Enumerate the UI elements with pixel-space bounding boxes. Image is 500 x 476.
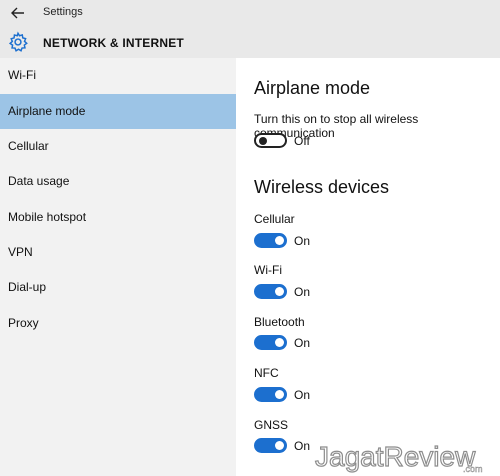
gnss-toggle[interactable] <box>254 438 287 453</box>
jagatreview-watermark-logo: JagatReview .com <box>313 438 498 474</box>
nfc-toggle-row: On <box>254 387 374 403</box>
wireless-devices-heading: Wireless devices <box>254 177 390 197</box>
airplane-mode-heading: Airplane mode <box>254 78 371 98</box>
sidebar-item-label: Wi-Fi <box>8 68 36 82</box>
sidebar-item-label: Mobile hotspot <box>8 210 87 224</box>
sidebar-item-dial-up[interactable]: Dial-up <box>0 270 236 305</box>
page-title: NETWORK & INTERNET <box>43 36 184 50</box>
toggle-knob <box>275 390 284 399</box>
content-pane: Airplane mode Turn this on to stop all w… <box>236 58 500 476</box>
sidebar-item-label: Airplane mode <box>8 104 86 118</box>
sidebar-item-wifi[interactable]: Wi-Fi <box>0 58 236 93</box>
device-label-bluetooth: Bluetooth <box>254 315 305 329</box>
device-label-wifi: Wi-Fi <box>254 263 282 277</box>
device-label-gnss: GNSS <box>254 418 289 432</box>
sidebar-item-label: Dial-up <box>8 280 47 294</box>
back-button[interactable] <box>8 3 28 23</box>
toggle-knob <box>275 236 284 245</box>
cellular-toggle[interactable] <box>254 233 287 248</box>
device-label-nfc: NFC <box>254 366 279 380</box>
toggle-state-label: On <box>294 234 311 248</box>
sidebar-item-data-usage[interactable]: Data usage <box>0 164 236 199</box>
sidebar-item-label: Cellular <box>8 139 49 153</box>
settings-window: Settings NETWORK & INTERNET Wi-Fi Airpla… <box>0 0 500 476</box>
wifi-toggle-row: On <box>254 284 374 300</box>
title-bar: Settings <box>0 0 500 26</box>
toggle-state-label: On <box>294 439 311 453</box>
bluetooth-toggle-row: On <box>254 335 374 351</box>
app-title: Settings <box>43 6 83 18</box>
svg-text:JagatReview: JagatReview <box>315 441 476 472</box>
gear-icon <box>8 31 28 52</box>
toggle-knob <box>275 287 284 296</box>
cellular-toggle-row: On <box>254 233 374 249</box>
toggle-state-label: Off <box>294 134 310 148</box>
toggle-state-label: On <box>294 285 311 299</box>
sidebar-item-proxy[interactable]: Proxy <box>0 306 236 341</box>
toggle-knob <box>275 338 284 347</box>
wifi-toggle[interactable] <box>254 284 287 299</box>
sidebar: Wi-Fi Airplane mode Cellular Data usage … <box>0 58 236 476</box>
airplane-mode-toggle[interactable] <box>254 133 287 148</box>
device-label-cellular: Cellular <box>254 212 295 226</box>
svg-text:.com: .com <box>463 464 483 474</box>
sidebar-item-airplane-mode[interactable]: Airplane mode <box>0 94 236 129</box>
sidebar-item-label: Data usage <box>8 174 70 188</box>
sidebar-item-mobile-hotspot[interactable]: Mobile hotspot <box>0 200 236 235</box>
bluetooth-toggle[interactable] <box>254 335 287 350</box>
sidebar-item-label: VPN <box>8 245 33 259</box>
toggle-state-label: On <box>294 336 311 350</box>
sidebar-item-label: Proxy <box>8 316 39 330</box>
sidebar-item-cellular[interactable]: Cellular <box>0 129 236 164</box>
airplane-mode-toggle-row: Off <box>254 133 374 149</box>
page-header: NETWORK & INTERNET <box>0 26 500 58</box>
sidebar-item-vpn[interactable]: VPN <box>0 235 236 270</box>
back-arrow-icon <box>11 7 24 19</box>
toggle-knob <box>259 136 267 145</box>
toggle-knob <box>275 441 284 450</box>
toggle-state-label: On <box>294 388 311 402</box>
nfc-toggle[interactable] <box>254 387 287 402</box>
